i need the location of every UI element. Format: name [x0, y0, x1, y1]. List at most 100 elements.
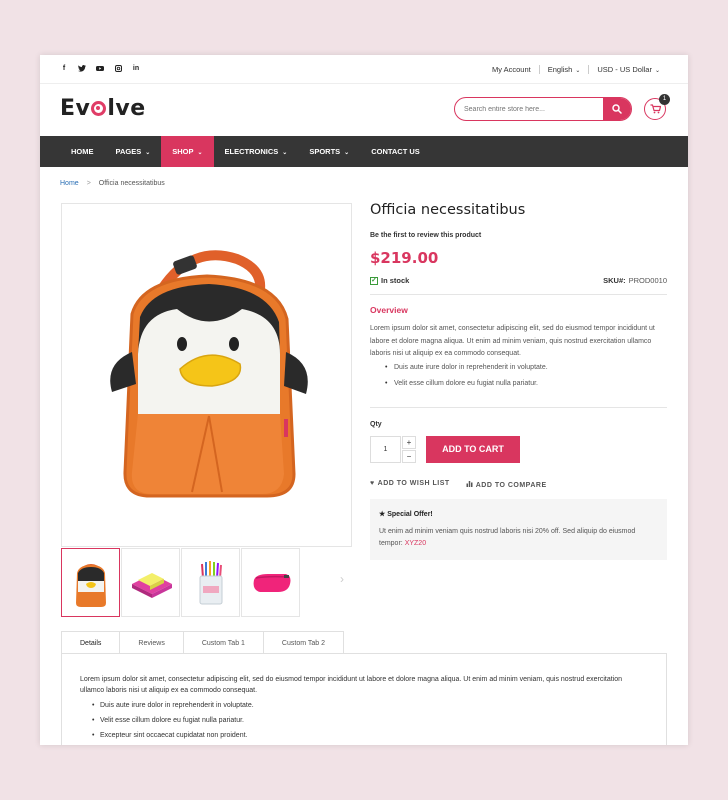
- nav-label: CONTACT US: [371, 147, 420, 156]
- offer-text: Ut enim ad minim veniam quis nostrud lab…: [379, 526, 658, 550]
- heart-icon: ♥: [370, 480, 375, 487]
- sku: SKU#: PROD0010: [603, 276, 667, 285]
- logo-mark-icon: [91, 101, 107, 116]
- sku-value: PROD0010: [628, 276, 667, 285]
- twitter-icon[interactable]: [78, 65, 86, 74]
- chevron-down-icon: ⌄: [575, 68, 581, 74]
- tab-reviews[interactable]: Reviews: [119, 631, 184, 654]
- product-main-image[interactable]: [61, 203, 352, 547]
- nav-label: SPORTS: [309, 147, 341, 156]
- special-offer-box: ★ Special Offer! Ut enim ad minim veniam…: [370, 499, 667, 560]
- wishlist-label: ADD TO WISH LIST: [377, 480, 450, 487]
- tab-custom-1[interactable]: Custom Tab 1: [182, 631, 264, 654]
- chevron-down-icon: ⌄: [145, 150, 151, 156]
- stock-status: ✓ In stock: [370, 276, 409, 285]
- offer-code: XYZ20: [404, 540, 427, 547]
- nav-item-contact-us[interactable]: CONTACT US: [360, 136, 431, 167]
- nav-label: ELECTRONICS: [224, 147, 279, 156]
- product-tabs: Details Reviews Custom Tab 1 Custom Tab …: [61, 631, 344, 654]
- list-item: Velit esse cillum dolore eu fugiat nulla…: [92, 716, 648, 725]
- top-bar: f in My Account English ⌄ USD - US Dollar…: [40, 55, 688, 84]
- instagram-icon[interactable]: [114, 65, 122, 74]
- product-title: Officia necessitatibus: [370, 202, 526, 218]
- nav-item-pages[interactable]: PAGES ⌄: [105, 136, 162, 167]
- nav-label: PAGES: [115, 147, 142, 156]
- tab-details[interactable]: Details: [61, 631, 121, 654]
- pen-cup-thumb-image: [199, 560, 222, 604]
- my-account-link[interactable]: My Account: [484, 65, 539, 74]
- nav-item-home[interactable]: HOME: [60, 136, 105, 167]
- list-item: Duis aute irure dolor in reprehenderit i…: [92, 701, 648, 710]
- language-select[interactable]: English ⌄: [540, 65, 589, 74]
- chevron-right-icon: >: [86, 180, 91, 187]
- penguin-backpack-image: [110, 250, 308, 498]
- tab-panel-details: Lorem ipsum dolor sit amet, consectetur …: [61, 653, 667, 745]
- search-icon: [612, 104, 622, 114]
- nav-item-shop[interactable]: SHOP ⌄: [161, 136, 214, 167]
- bar-chart-icon: [466, 481, 473, 489]
- breadcrumb: Home > Officia necessitatibus: [60, 180, 165, 187]
- list-item: Velit esse cillum dolore eu fugiat nulla…: [385, 380, 548, 387]
- cart-count-badge: 1: [659, 94, 670, 105]
- nav-item-sports[interactable]: SPORTS ⌄: [298, 136, 360, 167]
- nav-label: SHOP: [172, 147, 194, 156]
- cart-button[interactable]: 1: [644, 94, 670, 120]
- pencil-case-thumb-image: [253, 573, 290, 592]
- social-links: f in: [60, 65, 140, 74]
- nav-item-electronics[interactable]: ELECTRONICS ⌄: [214, 136, 299, 167]
- add-to-cart-button[interactable]: ADD TO CART: [426, 436, 520, 463]
- chevron-down-icon: ⌄: [654, 68, 660, 74]
- check-icon: ✓: [370, 276, 378, 285]
- penguin-backpack-thumb-image: [75, 563, 106, 607]
- thumbnail-pencil-case[interactable]: [241, 548, 300, 617]
- chevron-down-icon: ⌄: [344, 150, 350, 156]
- divider: [370, 407, 667, 408]
- facebook-icon[interactable]: f: [60, 65, 68, 74]
- add-to-compare-link[interactable]: ADD TO COMPARE: [466, 480, 547, 489]
- offer-title: ★ Special Offer!: [379, 510, 658, 518]
- thumbnail-penguin-backpack[interactable]: [61, 548, 120, 617]
- youtube-icon[interactable]: [96, 65, 104, 74]
- language-label: English: [547, 65, 573, 74]
- logo[interactable]: Ev lve: [60, 96, 146, 121]
- sticky-notes-thumb-image: [131, 572, 172, 598]
- sku-label: SKU#:: [603, 276, 626, 285]
- breadcrumb-home-link[interactable]: Home: [60, 180, 79, 187]
- tab-custom-2[interactable]: Custom Tab 2: [262, 631, 344, 654]
- linkedin-icon[interactable]: in: [132, 65, 140, 74]
- account-menu: My Account English ⌄ USD - US Dollar ⌄: [484, 65, 668, 74]
- divider: [370, 294, 667, 295]
- breadcrumb-current: Officia necessitatibus: [98, 180, 165, 187]
- thumbnail-sticky-notes[interactable]: [121, 548, 180, 617]
- thumbnail-strip: [61, 548, 301, 617]
- list-item: Duis aute irure dolor in reprehenderit i…: [385, 364, 548, 371]
- cart-icon: [650, 104, 661, 114]
- main-nav: HOME PAGES ⌄ SHOP ⌄ ELECTRONICS ⌄ SPORTS ⌄ C…: [40, 136, 688, 167]
- thumbnail-next-arrow[interactable]: ›: [340, 572, 344, 586]
- search-box: [454, 97, 632, 121]
- qty-input[interactable]: [370, 436, 401, 463]
- review-link[interactable]: Be the first to review this product: [370, 232, 481, 239]
- currency-label: USD - US Dollar: [597, 65, 652, 74]
- currency-select[interactable]: USD - US Dollar ⌄: [589, 65, 668, 74]
- thumbnail-pen-cup[interactable]: [181, 548, 240, 617]
- compare-label: ADD TO COMPARE: [475, 482, 547, 489]
- logo-text-end: lve: [107, 96, 146, 121]
- logo-text-start: Ev: [60, 96, 91, 121]
- star-icon: ★: [379, 511, 388, 518]
- overview-list: Duis aute irure dolor in reprehenderit i…: [385, 364, 548, 396]
- qty-label: Qty: [370, 421, 382, 428]
- offer-title-label: Special Offer!: [387, 511, 433, 518]
- add-to-wishlist-link[interactable]: ♥ ADD TO WISH LIST: [370, 480, 450, 489]
- search-input[interactable]: [455, 98, 605, 120]
- qty-decrease-button[interactable]: −: [402, 450, 416, 463]
- chevron-down-icon: ⌄: [282, 150, 288, 156]
- stock-label: In stock: [381, 276, 410, 285]
- list-item: Excepteur sint occaecat cupidatat non pr…: [92, 731, 648, 740]
- details-list: Duis aute irure dolor in reprehenderit i…: [80, 701, 648, 740]
- qty-increase-button[interactable]: +: [402, 436, 416, 449]
- page: f in My Account English ⌄ USD - US Dollar…: [40, 55, 688, 745]
- search-button[interactable]: [603, 98, 631, 120]
- overview-text: Lorem ipsum dolor sit amet, consectetur …: [370, 325, 655, 357]
- chevron-down-icon: ⌄: [197, 150, 203, 156]
